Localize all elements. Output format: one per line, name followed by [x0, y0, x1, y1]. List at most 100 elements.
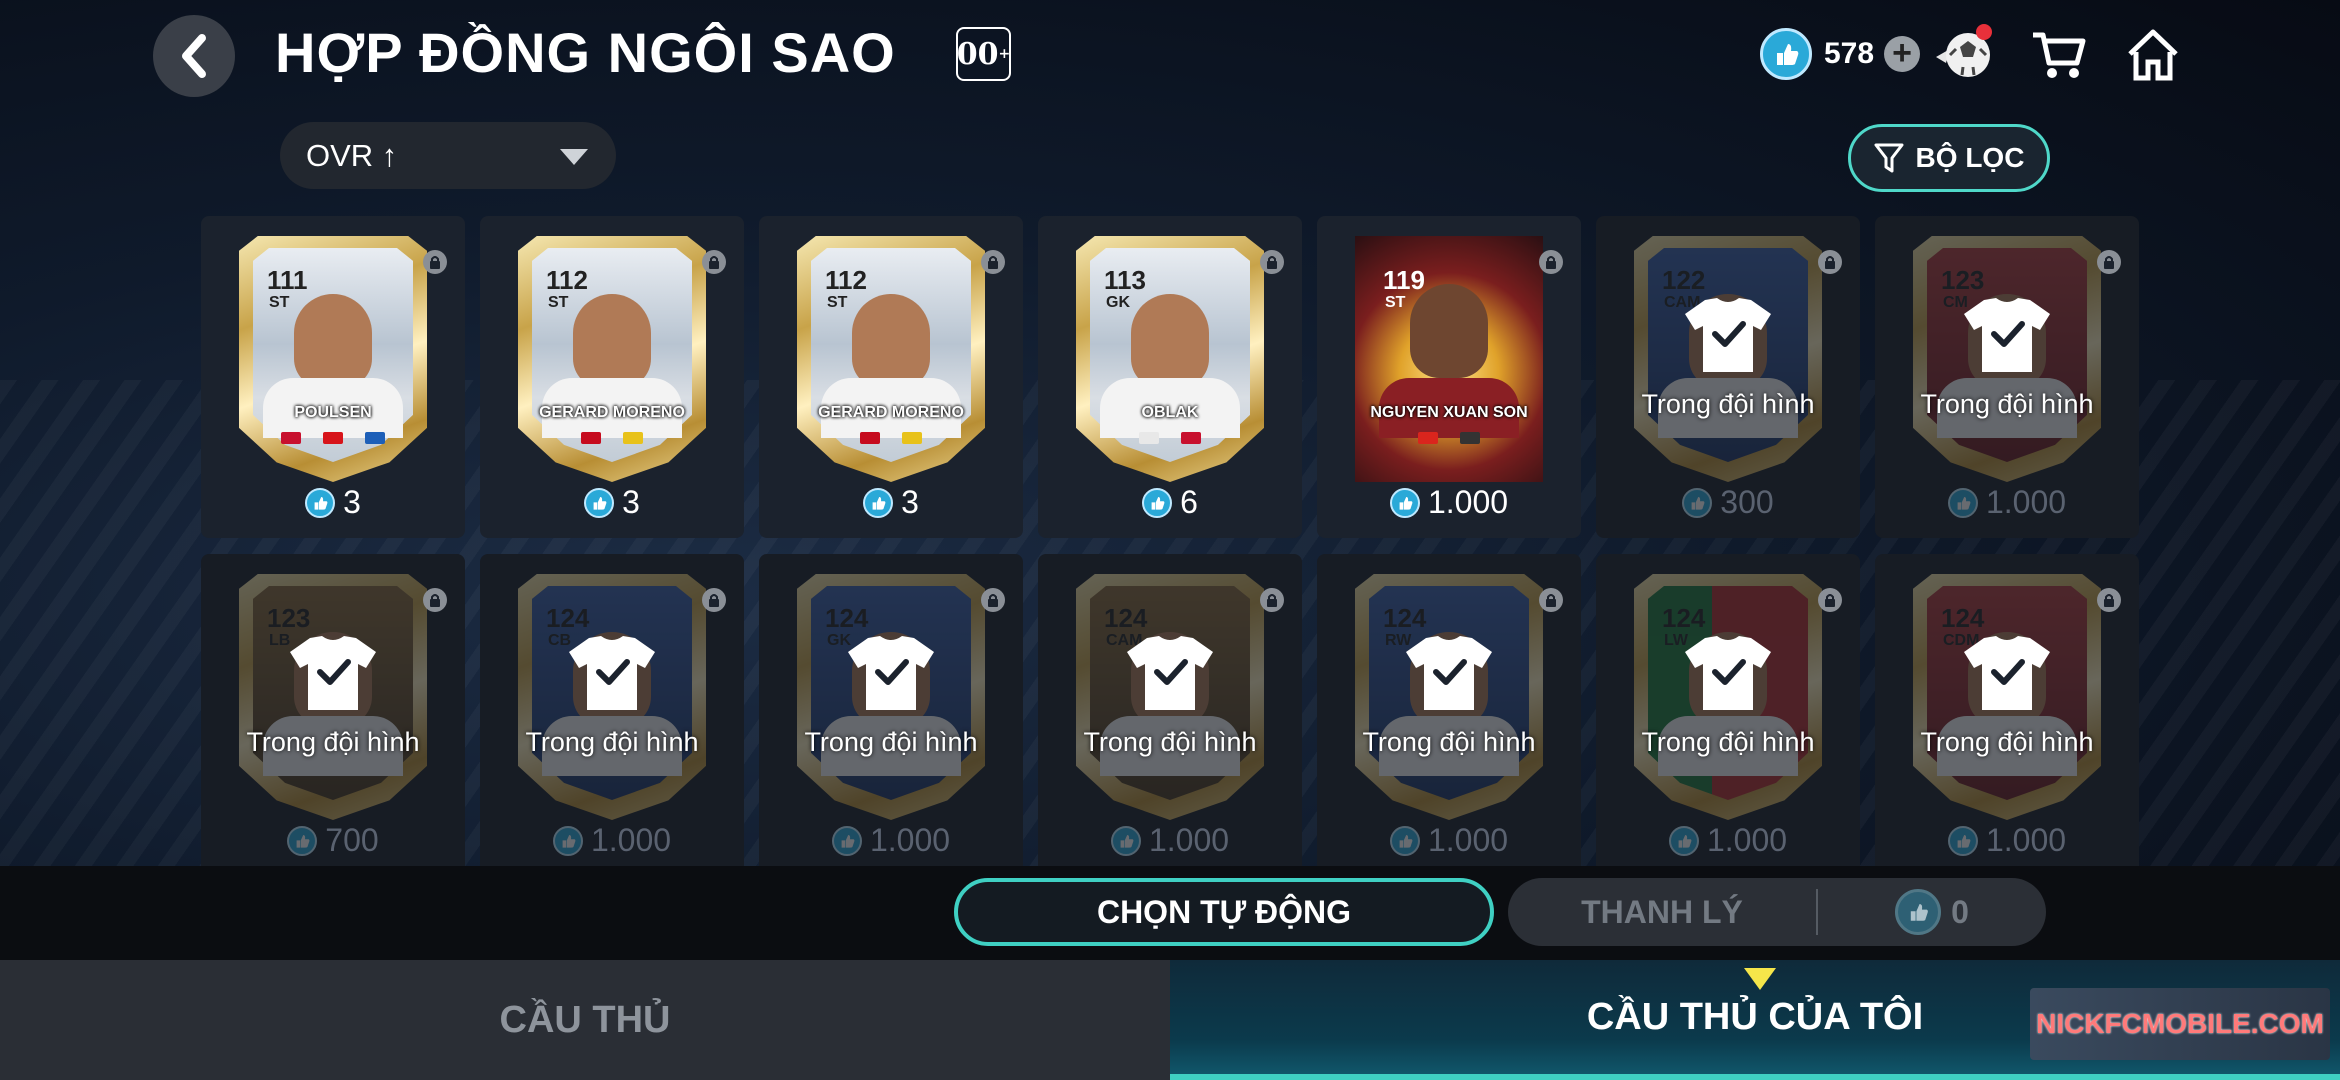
player-price: 1.000: [1875, 484, 2139, 521]
in-squad-label: Trong đội hình: [1362, 727, 1536, 757]
lock-icon: [423, 588, 447, 612]
lock-icon: [981, 588, 1005, 612]
ball-button[interactable]: [1928, 20, 1998, 90]
player-price: 3: [201, 484, 465, 521]
flag-icon: [581, 432, 601, 444]
player-ovr: 113: [1104, 265, 1146, 295]
back-button[interactable]: [153, 15, 235, 97]
lock-icon: [2097, 250, 2121, 274]
sell-value: 0: [1818, 889, 2046, 935]
watermark: NICKFCMOBILE.COM: [2030, 988, 2330, 1060]
player-name: NGUYEN XUAN SON: [1370, 404, 1528, 421]
player-card: 119 ST NGUYEN XUAN SON: [1355, 236, 1543, 482]
shop-button[interactable]: [2024, 20, 2094, 90]
coin-icon: [305, 487, 336, 518]
home-button[interactable]: [2118, 20, 2188, 90]
player-portrait: [294, 294, 372, 388]
player-portrait: [573, 294, 651, 388]
price-value: 1.000: [590, 822, 672, 858]
player-ovr: 124: [1662, 603, 1706, 633]
in-squad-label: Trong đội hình: [1641, 727, 1815, 757]
lock-icon: [702, 588, 726, 612]
auto-select-label: CHỌN TỰ ĐỘNG: [1096, 893, 1352, 930]
bottom-tabs: CẦU THỦ CẦU THỦ CỦA TÔI: [0, 960, 2340, 1080]
player-tile[interactable]: 124 RW Trong đội hình 1.000: [1317, 554, 1581, 866]
flag-icon: [1139, 432, 1159, 444]
lock-icon: [1818, 588, 1842, 612]
player-position: ST: [827, 294, 848, 311]
coin-icon: [1947, 825, 1978, 856]
player-tile[interactable]: 119 ST NGUYEN XUAN SON 1.000: [1317, 216, 1581, 538]
player-name: POULSEN: [294, 404, 372, 421]
coin-icon: [1947, 487, 1978, 518]
player-tile[interactable]: 124 CB Trong đội hình 1.000: [480, 554, 744, 866]
add-currency-button[interactable]: +: [1884, 36, 1921, 72]
player-ovr: 124: [825, 603, 869, 633]
price-value: 6: [1180, 484, 1198, 520]
player-tile[interactable]: 122 CAM Trong đội hình 300: [1596, 216, 1860, 538]
player-card: 112 ST GERARD MORENO: [518, 236, 706, 482]
player-ovr: 124: [1941, 603, 1985, 633]
price-value: 1.000: [869, 822, 951, 858]
coin-icon: [1682, 487, 1713, 518]
player-price: 1.000: [1038, 822, 1302, 859]
price-value: 300: [1720, 484, 1774, 520]
sort-label: OVR ↑: [306, 137, 398, 173]
in-squad-overlay: Trong đội hình: [1596, 634, 1860, 758]
player-ovr: 111: [267, 265, 308, 295]
player-portrait: [852, 294, 930, 388]
lock-icon: [1539, 250, 1563, 274]
player-price: 3: [480, 484, 744, 521]
coin-icon: [1895, 889, 1942, 935]
coin-icon: [1389, 487, 1420, 518]
player-position: ST: [269, 294, 290, 311]
player-tile[interactable]: 124 GK Trong đội hình 1.000: [759, 554, 1023, 866]
player-ovr: 112: [825, 265, 867, 295]
in-squad-label: Trong đội hình: [804, 727, 978, 757]
sort-dropdown[interactable]: OVR ↑: [280, 122, 616, 189]
price-value: 1.000: [1706, 822, 1788, 858]
player-tile[interactable]: 123 LB Trong đội hình 700: [201, 554, 465, 866]
player-ovr: 124: [546, 603, 590, 633]
player-price: 700: [201, 822, 465, 859]
player-price: 1.000: [1596, 822, 1860, 859]
in-squad-overlay: Trong đội hình: [1038, 634, 1302, 758]
player-tile[interactable]: 112 ST GERARD MORENO 3: [480, 216, 744, 538]
auto-select-button[interactable]: CHỌN TỰ ĐỘNG: [954, 878, 1494, 946]
player-name: GERARD MORENO: [818, 404, 964, 421]
player-card: 113 GK OBLAK: [1076, 236, 1264, 482]
sell-button[interactable]: THANH LÝ 0: [1508, 878, 2046, 946]
lock-icon: [702, 250, 726, 274]
player-tile[interactable]: 123 CM Trong đội hình 1.000: [1875, 216, 2139, 538]
player-position: ST: [548, 294, 569, 311]
player-tile[interactable]: 124 CDM Trong đội hình 1.000: [1875, 554, 2139, 866]
price-value: 1.000: [1427, 822, 1509, 858]
tab-players[interactable]: CẦU THỦ: [0, 960, 1170, 1080]
in-squad-overlay: Trong đội hình: [1875, 296, 2139, 420]
chevron-left-icon: [182, 34, 206, 78]
filter-label: BỘ LỌC: [1915, 142, 2025, 173]
jersey-check-icon: [288, 634, 378, 717]
lock-icon: [2097, 588, 2121, 612]
cart-icon: [2033, 32, 2086, 78]
player-portrait: [1131, 294, 1209, 388]
player-tile[interactable]: 113 GK OBLAK 6: [1038, 216, 1302, 538]
player-ovr: 122: [1662, 265, 1706, 295]
currency-display: 578 +: [1760, 28, 1921, 80]
filter-button[interactable]: BỘ LỌC: [1848, 124, 2050, 192]
flag-icon: [860, 432, 880, 444]
coin-icon: [1110, 825, 1141, 856]
price-value: 3: [901, 484, 919, 520]
player-position: ST: [1385, 294, 1406, 311]
player-tile[interactable]: 124 CAM Trong đội hình 1.000: [1038, 554, 1302, 866]
player-tile[interactable]: 124 LW Trong đội hình 1.000: [1596, 554, 1860, 866]
player-name: OBLAK: [1141, 404, 1199, 421]
player-tile[interactable]: 112 ST GERARD MORENO 3: [759, 216, 1023, 538]
in-squad-overlay: Trong đội hình: [201, 634, 465, 758]
jersey-check-icon: [1962, 634, 2052, 717]
title-badge: 00 +: [956, 27, 1011, 81]
coin-icon: [1668, 825, 1699, 856]
player-tile[interactable]: 111 ST POULSEN 3: [201, 216, 465, 538]
jersey-check-icon: [1683, 296, 1773, 379]
in-squad-label: Trong đội hình: [1920, 389, 2094, 419]
